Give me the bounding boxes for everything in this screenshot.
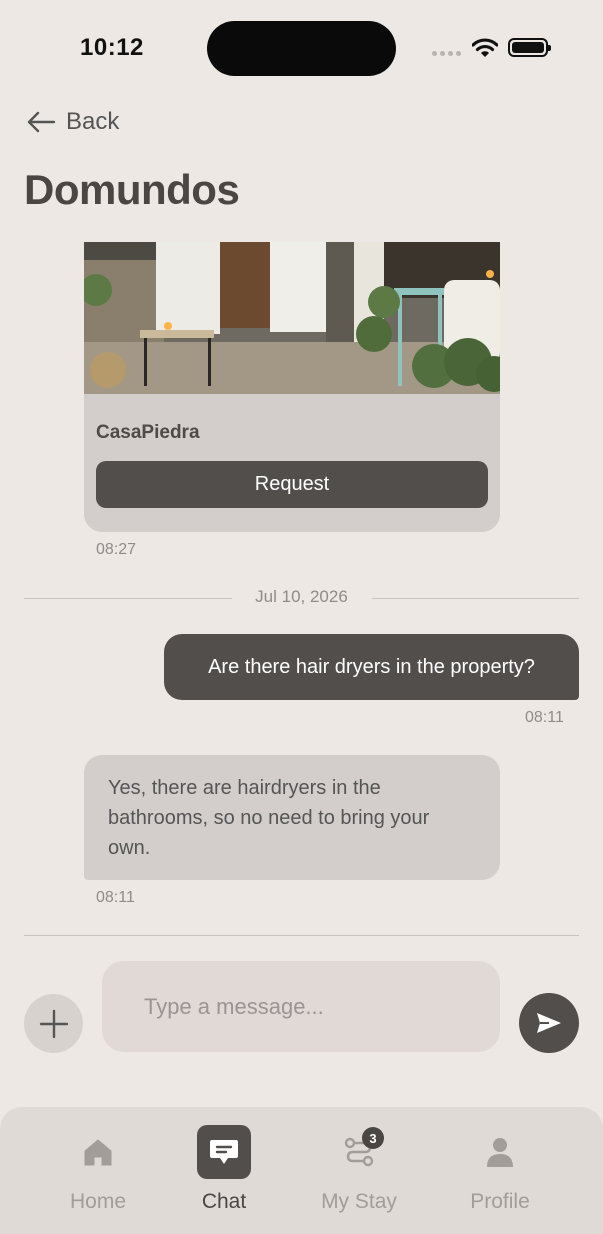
message-time: 08:11 — [525, 709, 564, 726]
battery-icon — [508, 38, 551, 57]
send-icon — [537, 1013, 561, 1033]
back-label: Back — [66, 108, 120, 135]
page-title: Domundos — [24, 166, 240, 213]
attach-button[interactable] — [24, 994, 83, 1053]
divider-right — [372, 598, 579, 599]
status-time: 10:12 — [80, 34, 144, 61]
wifi-icon — [472, 38, 498, 57]
person-icon — [487, 1138, 513, 1167]
send-button[interactable] — [519, 993, 579, 1053]
notification-badge: 3 — [362, 1127, 384, 1149]
message-input[interactable] — [102, 961, 500, 1052]
signal-icon — [432, 51, 461, 56]
tab-home[interactable]: Home — [66, 1107, 130, 1234]
chat-icon — [210, 1140, 238, 1164]
tab-chat[interactable]: Chat — [193, 1107, 255, 1234]
back-button[interactable]: Back — [26, 108, 119, 136]
message-bubble-incoming: Yes, there are hairdryers in the bathroo… — [84, 755, 500, 880]
message-bubble-outgoing: Are there hair dryers in the property? — [164, 634, 579, 700]
listing-card: CasaPiedra Request — [84, 242, 500, 532]
arrow-left-icon — [27, 111, 56, 133]
date-separator: Jul 10, 2026 — [255, 587, 348, 606]
request-button[interactable]: Request — [96, 461, 488, 508]
tab-profile[interactable]: Profile — [465, 1107, 535, 1234]
status-bar: 10:12 — [0, 0, 603, 90]
tab-bar: Home Chat 3 My Stay Profile — [0, 1107, 603, 1234]
message-text: Yes, there are hairdryers in the bathroo… — [108, 777, 430, 859]
message-time: 08:11 — [96, 889, 135, 906]
plus-icon — [39, 1009, 68, 1038]
home-icon — [84, 1139, 112, 1166]
tab-label: Profile — [470, 1190, 530, 1213]
card-timestamp: 08:27 — [96, 541, 137, 558]
dynamic-island — [207, 21, 396, 76]
composer-divider — [24, 935, 579, 936]
tab-my-stay[interactable]: 3 My Stay — [316, 1107, 402, 1234]
tab-label: My Stay — [321, 1190, 397, 1213]
message-text: Are there hair dryers in the property? — [208, 655, 535, 678]
listing-name: CasaPiedra — [96, 422, 200, 443]
listing-photo[interactable] — [84, 242, 500, 394]
tab-label: Chat — [201, 1190, 247, 1213]
tab-label: Home — [69, 1190, 127, 1213]
